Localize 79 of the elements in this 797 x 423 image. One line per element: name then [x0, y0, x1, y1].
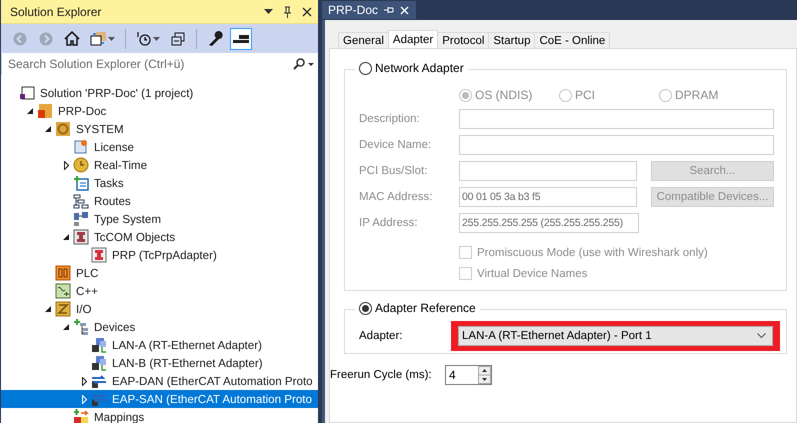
tree-item[interactable]: I/O — [1, 300, 318, 318]
dropdown-icon[interactable] — [264, 9, 273, 14]
collapse-icon — [171, 32, 185, 46]
network-icon — [91, 337, 107, 353]
field-label: Adapter: — [359, 330, 404, 342]
tree-item[interactable]: Type System — [1, 210, 318, 228]
tree-item[interactable]: PLC — [1, 264, 318, 282]
task-list-icon — [73, 175, 89, 191]
panel-title: Solution Explorer — [10, 4, 102, 18]
tree-item[interactable]: EAP-DAN (EtherCAT Automation Proto — [1, 372, 318, 390]
spinner-arrows-icon[interactable] — [478, 366, 491, 384]
search-icon — [293, 58, 305, 70]
tree-item[interactable]: C++ — [1, 282, 318, 300]
tree-item[interactable]: LAN-A (RT-Ethernet Adapter) — [1, 336, 318, 354]
home-icon — [64, 31, 80, 46]
field-label: IP Address: — [359, 217, 419, 229]
network-icon — [91, 355, 107, 371]
mapping-icon — [73, 409, 89, 423]
caret-icon — [108, 36, 115, 40]
arrow-device-icon — [91, 373, 107, 389]
tab[interactable]: Adapter — [388, 30, 438, 48]
tree-item[interactable]: Devices — [1, 318, 318, 336]
code-icon — [55, 283, 71, 299]
back-icon — [13, 32, 27, 46]
chevron-down-icon — [757, 333, 766, 338]
preview-icon — [233, 34, 249, 44]
device-tree-icon — [73, 319, 89, 335]
tree-item[interactable]: Routes — [1, 192, 318, 210]
close-icon[interactable] — [302, 6, 312, 16]
tab[interactable]: CoE - Online — [534, 32, 610, 48]
expanded-arrow-icon[interactable] — [45, 126, 51, 132]
tree-item[interactable]: LAN-B (RT-Ethernet Adapter) — [1, 354, 318, 372]
io-icon — [55, 301, 71, 317]
blocks-icon — [73, 211, 89, 227]
tree-item[interactable]: Real-Time — [1, 156, 318, 174]
tree-item[interactable]: SYSTEM — [1, 120, 318, 138]
caret-icon — [153, 36, 160, 40]
field-label: Description: — [359, 113, 421, 125]
tree-item[interactable]: PRP-Doc — [1, 102, 318, 120]
tree-item[interactable]: PRP (TcPrpAdapter) — [1, 246, 318, 264]
expanded-arrow-icon[interactable] — [63, 324, 69, 330]
tree-item[interactable]: Tasks — [1, 174, 318, 192]
tree-item[interactable]: Solution 'PRP-Doc' (1 project) — [1, 84, 318, 102]
field-label: PCI Bus/Slot: — [359, 165, 428, 177]
expanded-arrow-icon[interactable] — [63, 234, 69, 240]
tree-item[interactable]: License — [1, 138, 318, 156]
adapter-reference-radio[interactable]: Adapter Reference — [355, 301, 480, 315]
field-label: Freerun Cycle (ms): — [330, 369, 433, 381]
network-adapter-radio[interactable]: Network Adapter — [355, 61, 468, 75]
tree-item[interactable]: EAP-SAN (EtherCAT Automation Proto — [1, 390, 318, 408]
chip-icon — [55, 265, 71, 281]
caret-icon — [308, 62, 314, 66]
window-icon — [19, 85, 35, 101]
collapsed-arrow-icon[interactable] — [64, 160, 68, 170]
tree-icon — [73, 193, 89, 209]
collapsed-arrow-icon[interactable] — [82, 376, 86, 386]
preview-button[interactable] — [230, 28, 252, 50]
number-field[interactable]: 4 — [446, 368, 478, 382]
expanded-arrow-icon[interactable] — [45, 306, 51, 312]
expanded-arrow-icon[interactable] — [27, 108, 33, 114]
sync-icon — [90, 31, 107, 46]
forward-icon — [39, 32, 53, 46]
arrow-device-icon — [91, 391, 107, 407]
module-icon — [73, 229, 89, 245]
clock-icon — [73, 157, 89, 173]
tab[interactable]: Startup — [488, 32, 536, 48]
gear-icon — [55, 121, 71, 137]
history-icon — [136, 31, 152, 46]
pin-icon[interactable] — [283, 6, 292, 18]
tab[interactable]: General — [338, 32, 389, 48]
field-label: Device Name: — [359, 139, 432, 151]
tree-item[interactable]: Mappings — [1, 408, 318, 423]
project-icon — [37, 103, 53, 119]
spin-box[interactable]: 4 — [445, 365, 492, 385]
adapter-dropdown[interactable]: LAN-A (RT-Ethernet Adapter) - Port 1 — [458, 326, 773, 346]
certificate-icon — [73, 139, 89, 155]
field-label: MAC Address: — [359, 191, 434, 203]
module-icon — [91, 247, 107, 263]
tree-item[interactable]: TcCOM Objects — [1, 228, 318, 246]
